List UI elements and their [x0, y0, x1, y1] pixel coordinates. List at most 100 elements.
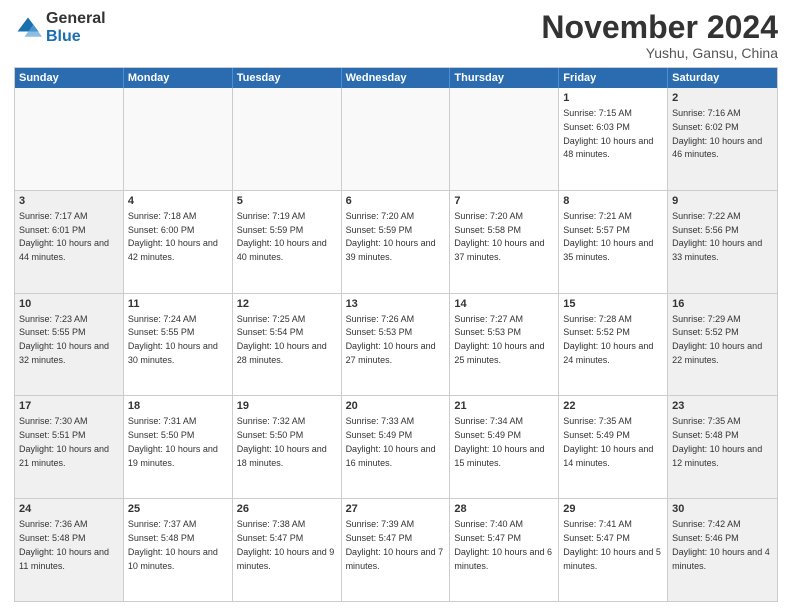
cal-cell-day-10: 10 Sunrise: 7:23 AM Sunset: 5:55 PM Dayli… [15, 294, 124, 396]
cal-cell-day-29: 29 Sunrise: 7:41 AM Sunset: 5:47 PM Dayli… [559, 499, 668, 601]
cal-cell-day-2: 2Sunrise: 7:16 AM Sunset: 6:02 PM Daylig… [668, 88, 777, 190]
cal-cell-empty [342, 88, 451, 190]
day-number: 17 [19, 399, 119, 414]
cal-cell-day-4: 4 Sunrise: 7:18 AM Sunset: 6:00 PM Daylig… [124, 191, 233, 293]
cal-cell-day-14: 14Sunrise: 7:27 AM Sunset: 5:53 PM Dayli… [450, 294, 559, 396]
cal-cell-day-11: 11 Sunrise: 7:24 AM Sunset: 5:55 PM Dayli… [124, 294, 233, 396]
cal-cell-day-5: 5 Sunrise: 7:19 AM Sunset: 5:59 PM Daylig… [233, 191, 342, 293]
day-number: 7 [454, 194, 554, 209]
day-number: 24 [19, 502, 119, 517]
cal-cell-day-9: 9 Sunrise: 7:22 AM Sunset: 5:56 PM Daylig… [668, 191, 777, 293]
logo-text: General Blue [46, 10, 106, 45]
cal-cell-day-20: 20 Sunrise: 7:33 AM Sunset: 5:49 PM Dayli… [342, 396, 451, 498]
logo: General Blue [14, 10, 106, 45]
cal-cell-day-3: 3 Sunrise: 7:17 AM Sunset: 6:01 PM Daylig… [15, 191, 124, 293]
day-number: 15 [563, 297, 663, 312]
day-info: Sunrise: 7:18 AM Sunset: 6:00 PM Dayligh… [128, 211, 218, 262]
cal-cell-day-15: 15 Sunrise: 7:28 AM Sunset: 5:52 PM Dayli… [559, 294, 668, 396]
day-info: Sunrise: 7:38 AM Sunset: 5:47 PM Dayligh… [237, 519, 335, 570]
cal-header-wednesday: Wednesday [342, 68, 451, 88]
cal-cell-empty [233, 88, 342, 190]
day-info: Sunrise: 7:34 AM Sunset: 5:49 PM Dayligh… [454, 416, 544, 467]
day-info: Sunrise: 7:37 AM Sunset: 5:48 PM Dayligh… [128, 519, 218, 570]
day-info: Sunrise: 7:30 AM Sunset: 5:51 PM Dayligh… [19, 416, 109, 467]
day-info: Sunrise: 7:23 AM Sunset: 5:55 PM Dayligh… [19, 314, 109, 365]
calendar: SundayMondayTuesdayWednesdayThursdayFrid… [14, 67, 778, 602]
day-number: 22 [563, 399, 663, 414]
cal-week-3: 10 Sunrise: 7:23 AM Sunset: 5:55 PM Dayli… [15, 293, 777, 396]
cal-header-friday: Friday [559, 68, 668, 88]
day-info: Sunrise: 7:35 AM Sunset: 5:49 PM Dayligh… [563, 416, 653, 467]
cal-cell-empty [450, 88, 559, 190]
cal-cell-day-6: 6 Sunrise: 7:20 AM Sunset: 5:59 PM Daylig… [342, 191, 451, 293]
day-info: Sunrise: 7:36 AM Sunset: 5:48 PM Dayligh… [19, 519, 109, 570]
day-number: 28 [454, 502, 554, 517]
day-info: Sunrise: 7:24 AM Sunset: 5:55 PM Dayligh… [128, 314, 218, 365]
day-info: Sunrise: 7:15 AM Sunset: 6:03 PM Dayligh… [563, 108, 653, 159]
day-info: Sunrise: 7:35 AM Sunset: 5:48 PM Dayligh… [672, 416, 762, 467]
page: General Blue November 2024 Yushu, Gansu,… [0, 0, 792, 612]
cal-cell-day-16: 16 Sunrise: 7:29 AM Sunset: 5:52 PM Dayli… [668, 294, 777, 396]
cal-header-thursday: Thursday [450, 68, 559, 88]
day-info: Sunrise: 7:29 AM Sunset: 5:52 PM Dayligh… [672, 314, 762, 365]
title-section: November 2024 Yushu, Gansu, China [541, 10, 778, 61]
day-number: 5 [237, 194, 337, 209]
day-info: Sunrise: 7:41 AM Sunset: 5:47 PM Dayligh… [563, 519, 661, 570]
day-number: 10 [19, 297, 119, 312]
cal-cell-day-24: 24 Sunrise: 7:36 AM Sunset: 5:48 PM Dayli… [15, 499, 124, 601]
day-number: 12 [237, 297, 337, 312]
cal-cell-day-19: 19 Sunrise: 7:32 AM Sunset: 5:50 PM Dayli… [233, 396, 342, 498]
cal-cell-day-12: 12 Sunrise: 7:25 AM Sunset: 5:54 PM Dayli… [233, 294, 342, 396]
day-info: Sunrise: 7:32 AM Sunset: 5:50 PM Dayligh… [237, 416, 327, 467]
cal-cell-day-1: 1Sunrise: 7:15 AM Sunset: 6:03 PM Daylig… [559, 88, 668, 190]
day-number: 16 [672, 297, 773, 312]
day-info: Sunrise: 7:22 AM Sunset: 5:56 PM Dayligh… [672, 211, 762, 262]
calendar-header: SundayMondayTuesdayWednesdayThursdayFrid… [15, 68, 777, 88]
day-number: 26 [237, 502, 337, 517]
logo-blue-text: Blue [46, 28, 106, 46]
day-number: 9 [672, 194, 773, 209]
cal-week-4: 17 Sunrise: 7:30 AM Sunset: 5:51 PM Dayli… [15, 395, 777, 498]
day-number: 21 [454, 399, 554, 414]
cal-cell-day-23: 23 Sunrise: 7:35 AM Sunset: 5:48 PM Dayli… [668, 396, 777, 498]
day-info: Sunrise: 7:27 AM Sunset: 5:53 PM Dayligh… [454, 314, 544, 365]
day-number: 23 [672, 399, 773, 414]
day-info: Sunrise: 7:20 AM Sunset: 5:58 PM Dayligh… [454, 211, 544, 262]
cal-cell-day-18: 18Sunrise: 7:31 AM Sunset: 5:50 PM Dayli… [124, 396, 233, 498]
day-number: 18 [128, 399, 228, 414]
day-number: 19 [237, 399, 337, 414]
day-info: Sunrise: 7:20 AM Sunset: 5:59 PM Dayligh… [346, 211, 436, 262]
day-number: 4 [128, 194, 228, 209]
day-info: Sunrise: 7:39 AM Sunset: 5:47 PM Dayligh… [346, 519, 444, 570]
cal-cell-day-21: 21 Sunrise: 7:34 AM Sunset: 5:49 PM Dayli… [450, 396, 559, 498]
cal-week-1: 1Sunrise: 7:15 AM Sunset: 6:03 PM Daylig… [15, 88, 777, 190]
day-info: Sunrise: 7:21 AM Sunset: 5:57 PM Dayligh… [563, 211, 653, 262]
day-number: 20 [346, 399, 446, 414]
location: Yushu, Gansu, China [541, 45, 778, 61]
day-info: Sunrise: 7:33 AM Sunset: 5:49 PM Dayligh… [346, 416, 436, 467]
logo-icon [14, 14, 42, 42]
day-info: Sunrise: 7:19 AM Sunset: 5:59 PM Dayligh… [237, 211, 327, 262]
day-info: Sunrise: 7:17 AM Sunset: 6:01 PM Dayligh… [19, 211, 109, 262]
calendar-body: 1Sunrise: 7:15 AM Sunset: 6:03 PM Daylig… [15, 88, 777, 601]
cal-week-5: 24 Sunrise: 7:36 AM Sunset: 5:48 PM Dayli… [15, 498, 777, 601]
cal-cell-day-28: 28 Sunrise: 7:40 AM Sunset: 5:47 PM Dayli… [450, 499, 559, 601]
day-number: 6 [346, 194, 446, 209]
day-number: 8 [563, 194, 663, 209]
cal-cell-day-8: 8 Sunrise: 7:21 AM Sunset: 5:57 PM Daylig… [559, 191, 668, 293]
cal-header-sunday: Sunday [15, 68, 124, 88]
day-number: 29 [563, 502, 663, 517]
day-number: 2 [672, 91, 773, 106]
day-number: 30 [672, 502, 773, 517]
day-info: Sunrise: 7:42 AM Sunset: 5:46 PM Dayligh… [672, 519, 770, 570]
day-info: Sunrise: 7:25 AM Sunset: 5:54 PM Dayligh… [237, 314, 327, 365]
day-number: 27 [346, 502, 446, 517]
cal-cell-empty [124, 88, 233, 190]
cal-header-saturday: Saturday [668, 68, 777, 88]
day-number: 3 [19, 194, 119, 209]
day-info: Sunrise: 7:28 AM Sunset: 5:52 PM Dayligh… [563, 314, 653, 365]
cal-cell-empty [15, 88, 124, 190]
day-info: Sunrise: 7:40 AM Sunset: 5:47 PM Dayligh… [454, 519, 552, 570]
cal-cell-day-30: 30 Sunrise: 7:42 AM Sunset: 5:46 PM Dayli… [668, 499, 777, 601]
day-number: 11 [128, 297, 228, 312]
